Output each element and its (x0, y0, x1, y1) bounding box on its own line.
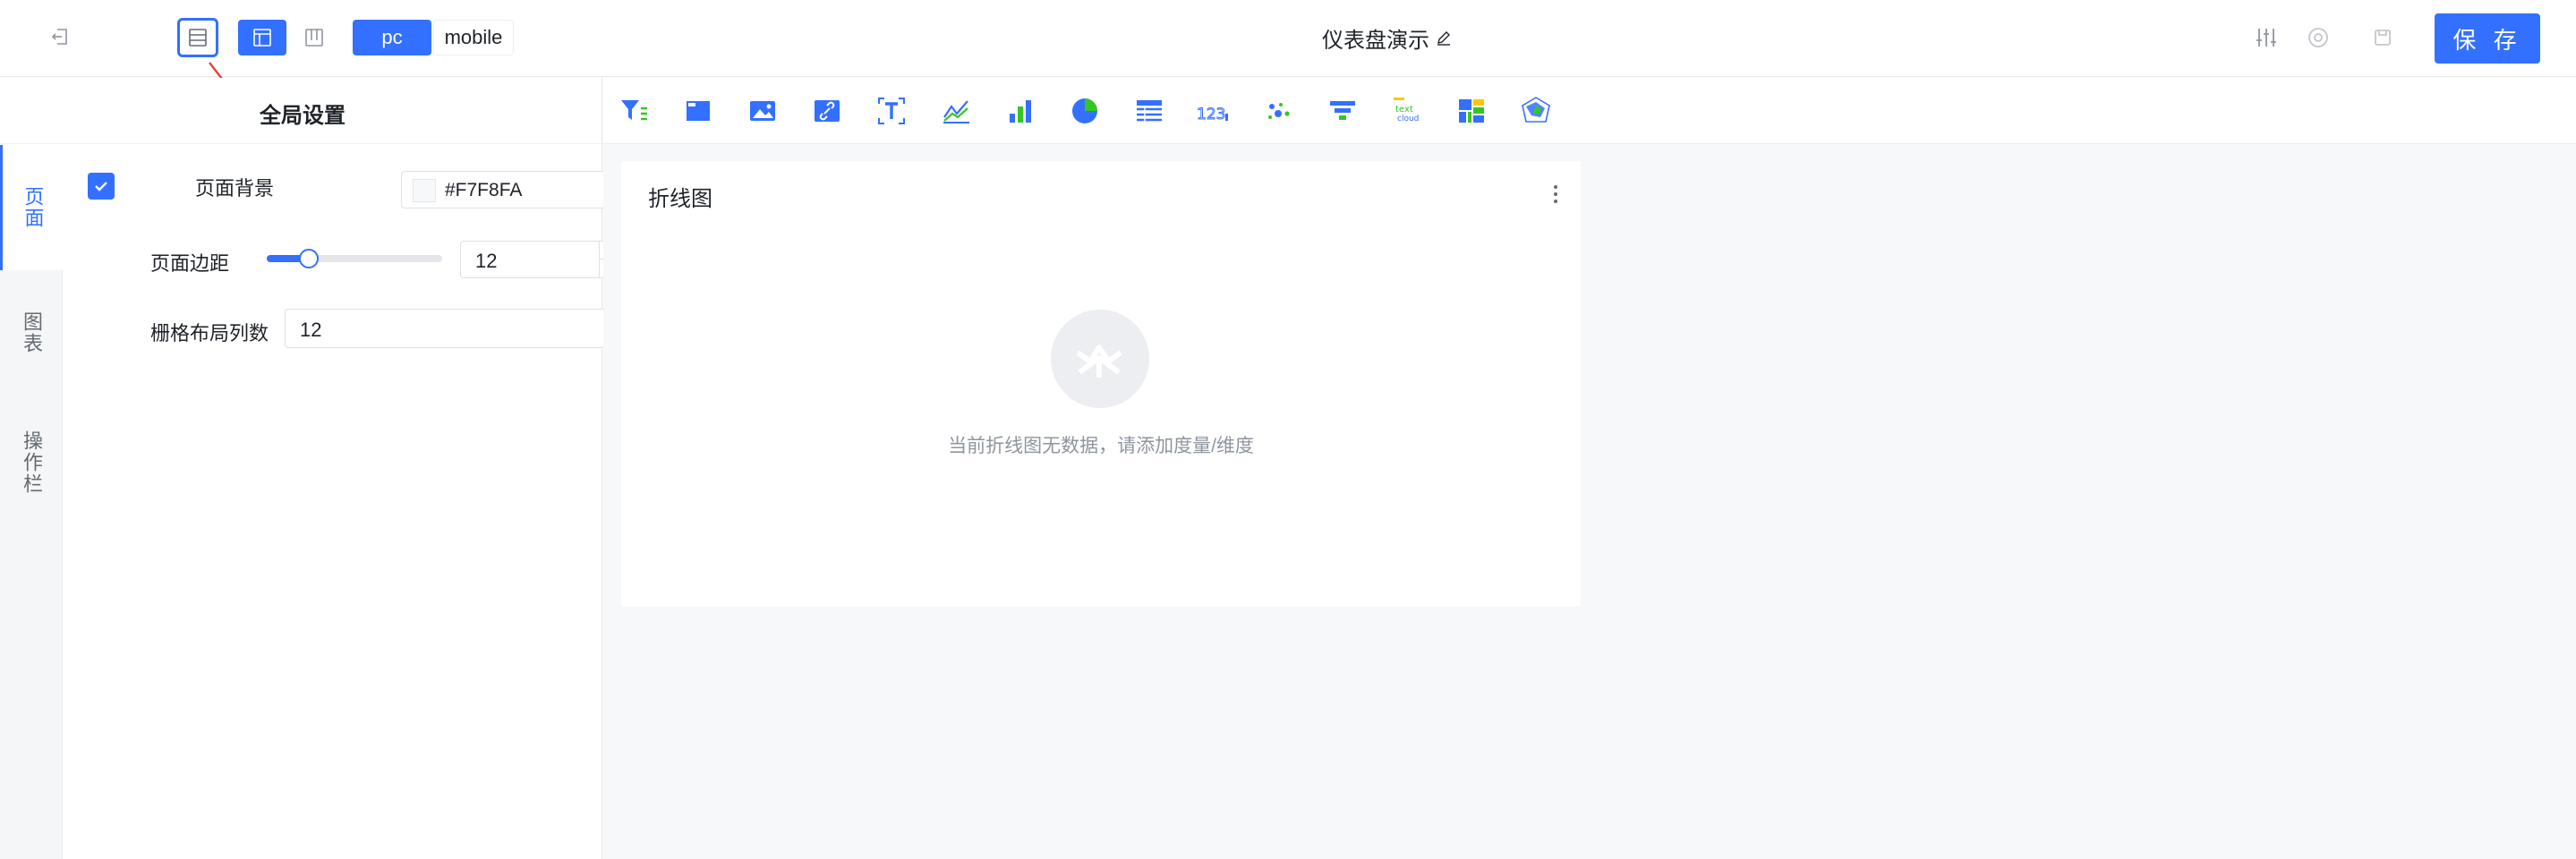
page-background-checkbox[interactable] (88, 173, 115, 200)
line-chart-card[interactable]: 折线图 当前折线图无数据，请添加度量/维度 (621, 161, 1581, 607)
more-options-icon[interactable] (1547, 181, 1565, 208)
grid-layout-icon (305, 29, 323, 47)
tab-chart[interactable]: 图表 (0, 270, 63, 395)
copy-icon (2375, 30, 2391, 46)
bar-chart-icon (1010, 100, 1031, 123)
settings-tabs: 页面 图表 操作栏 (0, 145, 63, 859)
tool-word-cloud[interactable]: text cloud (1389, 93, 1425, 129)
color-value: #F7F8FA (445, 180, 523, 200)
empty-state-icon (1051, 310, 1149, 408)
tool-funnel[interactable] (1325, 93, 1361, 129)
device-mobile-button[interactable]: mobile (433, 20, 514, 55)
page-margin-value: 12 (475, 250, 498, 272)
tool-filter[interactable] (616, 93, 652, 129)
tool-radar[interactable] (1518, 93, 1554, 129)
svg-text:text: text (1395, 105, 1413, 115)
tool-image[interactable] (745, 93, 780, 129)
free-layout-button[interactable] (238, 20, 286, 55)
no-data-icon (1076, 344, 1122, 378)
settings-panel: 全局设置 页面 图表 操作栏 页面背景 #F7F8FA 页面边距 12 栅格布局… (0, 78, 639, 859)
tab-page-label: 页面 (21, 186, 45, 229)
save-button[interactable]: 保 存 (2435, 13, 2540, 64)
tool-scatter[interactable] (1260, 93, 1296, 129)
funnel-chart-icon (1330, 101, 1355, 120)
dashboard-canvas[interactable]: 折线图 当前折线图无数据，请添加度量/维度 (603, 145, 2576, 859)
tab-action-bar-label: 操作栏 (21, 430, 43, 495)
save-as-button[interactable] (2367, 21, 2399, 54)
tool-link[interactable] (809, 93, 845, 129)
empty-state-message: 当前折线图无数据，请添加度量/维度 (948, 436, 1254, 456)
indicator-card-icon: 123 (1197, 106, 1228, 124)
tool-heatmap[interactable] (1454, 93, 1489, 129)
tool-indicator[interactable]: 123 (1196, 93, 1232, 129)
chart-toolbar: 123 text cloud (603, 78, 2576, 144)
link-icon (815, 100, 840, 122)
color-swatch (413, 179, 436, 202)
page-background-label: 页面背景 (195, 177, 275, 200)
tab-chart-label: 图表 (21, 311, 43, 354)
preview-icon (2308, 28, 2328, 47)
panel-title: 全局设置 (260, 104, 345, 128)
page-margin-slider[interactable] (267, 249, 442, 268)
filter-icon (621, 100, 647, 121)
check-icon (95, 182, 107, 191)
sliders-icon (2256, 29, 2276, 47)
table-icon (1137, 100, 1162, 122)
tool-bar-chart[interactable] (1002, 93, 1038, 129)
panel-title-row: 全局设置 (0, 78, 601, 144)
layout-panel-icon (189, 29, 207, 47)
heatmap-icon (1459, 99, 1484, 123)
tab-container-icon (687, 101, 710, 121)
exit-icon (51, 29, 67, 45)
preview-button[interactable] (2302, 21, 2334, 54)
page-margin-label: 页面边距 (150, 252, 230, 275)
grid-columns-select[interactable]: 12 (285, 309, 639, 348)
global-settings-button[interactable] (177, 18, 218, 57)
line-chart-icon (943, 100, 969, 123)
scatter-chart-icon (1268, 103, 1290, 119)
exit-button[interactable] (45, 21, 75, 52)
tool-text[interactable] (874, 93, 909, 129)
image-icon (750, 101, 775, 121)
slider-handle[interactable] (299, 249, 320, 268)
page-title: 仪表盘演示 (1322, 28, 1429, 53)
dashboard-title-group: 仪表盘演示 (1253, 20, 1522, 55)
device-pc-button[interactable]: pc (353, 20, 431, 55)
top-header: pc mobile 仪表盘演示 保 存 (0, 0, 2576, 77)
chart-title: 折线图 (648, 187, 712, 211)
text-icon (878, 98, 905, 124)
tab-action-bar[interactable]: 操作栏 (0, 395, 63, 530)
svg-text:cloud: cloud (1397, 115, 1419, 123)
radar-chart-icon (1522, 97, 1550, 123)
tool-table[interactable] (1131, 93, 1167, 129)
grid-columns-label: 栅格布局列数 (150, 322, 269, 344)
word-cloud-icon: text cloud (1394, 98, 1419, 123)
tool-tab[interactable] (680, 93, 716, 129)
indicator-text: 123 (1197, 106, 1225, 123)
grid-layout-button[interactable] (290, 20, 338, 55)
pie-chart-icon (1072, 98, 1097, 123)
tool-pie-chart[interactable] (1067, 93, 1103, 129)
layout-icon (253, 29, 271, 47)
tool-line-chart[interactable] (938, 93, 974, 129)
grid-columns-value: 12 (300, 319, 322, 341)
filter-settings-button[interactable] (2250, 21, 2282, 54)
edit-icon[interactable] (1435, 29, 1453, 47)
tab-page[interactable]: 页面 (0, 145, 63, 270)
